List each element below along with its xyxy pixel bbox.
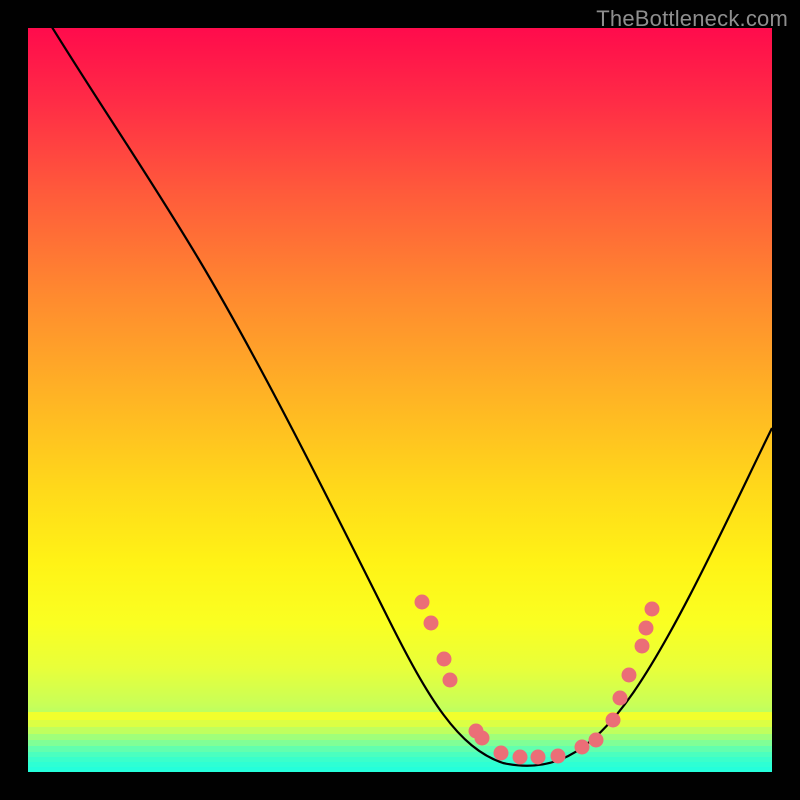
data-dot bbox=[622, 668, 637, 683]
data-dot bbox=[494, 746, 509, 761]
data-dot bbox=[639, 621, 654, 636]
data-dot bbox=[645, 602, 660, 617]
data-dot bbox=[589, 733, 604, 748]
data-dot bbox=[443, 673, 458, 688]
bottleneck-curve bbox=[28, 28, 772, 772]
data-dot bbox=[606, 713, 621, 728]
data-dot bbox=[613, 691, 628, 706]
data-dot bbox=[531, 750, 546, 765]
plot-area bbox=[28, 28, 772, 772]
watermark-text: TheBottleneck.com bbox=[596, 6, 788, 32]
data-dot bbox=[635, 639, 650, 654]
data-dot bbox=[475, 731, 490, 746]
data-dot bbox=[575, 740, 590, 755]
data-dot bbox=[513, 750, 528, 765]
chart-frame: TheBottleneck.com bbox=[0, 0, 800, 800]
data-dot bbox=[437, 652, 452, 667]
data-dot bbox=[551, 749, 566, 764]
data-dot bbox=[424, 616, 439, 631]
data-dot bbox=[415, 595, 430, 610]
